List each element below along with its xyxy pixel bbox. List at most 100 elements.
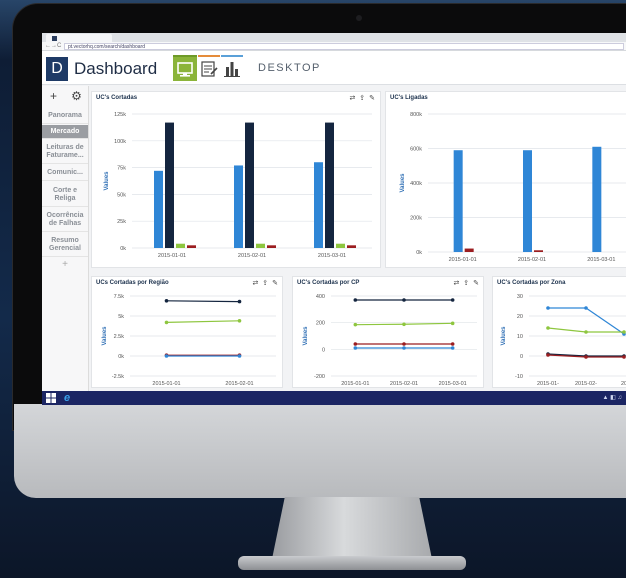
sidebar-item-comunic[interactable]: Comunic... <box>42 165 88 181</box>
reload-icon[interactable]: C <box>57 42 61 51</box>
bar <box>592 146 602 252</box>
y-tick-label: 400 <box>316 294 325 300</box>
browser-tab-bar <box>42 33 626 42</box>
bar-chart-icon <box>224 62 240 77</box>
view-chart-button[interactable] <box>221 55 243 81</box>
camera-icon <box>356 15 362 21</box>
bar <box>187 245 196 248</box>
y-tick-label: -10 <box>515 374 523 380</box>
page-title: Dashboard <box>74 59 158 78</box>
address-bar[interactable]: pt.vectorhq.com/search/dashboard <box>64 43 624 50</box>
y-tick-label: -2.5k <box>112 374 124 380</box>
bar <box>245 122 254 248</box>
bar <box>176 243 185 248</box>
browser-tab[interactable] <box>46 34 112 42</box>
y-tick-label: 75k <box>117 166 126 172</box>
panel-ucs-ligadas: UC's Ligadas 0k 200k 400k 600k 800k Values 201… <box>385 91 626 268</box>
bar <box>314 162 323 248</box>
y-tick-label: 600k <box>410 147 422 153</box>
y-tick-label: 0 <box>520 354 523 360</box>
data-point <box>164 320 169 325</box>
data-point <box>164 299 169 303</box>
bar <box>453 150 463 252</box>
add-icon[interactable]: + <box>42 86 65 106</box>
internet-explorer-icon[interactable]: e <box>64 391 70 405</box>
x-tick-label: 2015-02-01 <box>518 257 546 263</box>
y-tick-label: 5k <box>118 314 124 320</box>
x-tick-label: 2015-01- <box>537 381 559 387</box>
monitor-stand <box>272 497 432 559</box>
x-tick-label: 2015-02-01 <box>390 381 418 387</box>
x-tick-label: 2015-01-01 <box>449 257 477 263</box>
bar <box>165 122 174 248</box>
data-point <box>584 355 588 359</box>
chart-cortadas-regiao: -2.5k 0k 2.5k 5k 7.5k Values 2015-01-01 2015-02… <box>102 294 276 387</box>
sidebar-add-icon[interactable]: + <box>42 258 88 272</box>
panel-tools-icons[interactable]: ⇄ ⇪ ✎ <box>350 94 377 102</box>
panel-title: UC's Cortadas por CP <box>297 280 360 286</box>
data-point <box>402 322 406 327</box>
panel-tools-icons[interactable]: ⇄ ⇪ ✎ <box>253 279 280 287</box>
windows-start-icon[interactable] <box>46 393 56 403</box>
data-point <box>353 342 358 346</box>
app-logo[interactable]: D <box>46 57 68 81</box>
data-point <box>450 342 455 346</box>
y-tick-label: 2.5k <box>114 334 125 340</box>
y-tick-label: 200k <box>410 216 422 222</box>
y-tick-label: 400k <box>410 181 422 187</box>
data-point <box>450 298 455 302</box>
data-point <box>622 330 626 334</box>
view-desktop-button[interactable] <box>173 55 197 81</box>
data-point <box>450 321 455 326</box>
y-axis-label: Values <box>303 326 309 346</box>
series-line <box>166 300 240 303</box>
data-point <box>237 299 242 304</box>
y-tick-label: 20 <box>517 314 523 320</box>
view-report-button[interactable] <box>198 55 220 81</box>
sidebar-item-ocorrencia[interactable]: Ocorrência de Falhas <box>42 208 88 232</box>
sidebar-item-leituras[interactable]: Leituras de Faturame... <box>42 140 88 164</box>
series-line <box>548 307 625 335</box>
sidebar-item-resumo[interactable]: Resumo Gerencial <box>42 233 88 257</box>
settings-gear-icon[interactable]: ⚙ <box>65 86 88 106</box>
panel-ucs-cortadas: UC's Cortadas ⇄ ⇪ ✎ 0k 25k 50k 75k 100k 125k V… <box>91 91 381 268</box>
x-tick-label: 2015-02-01 <box>225 381 253 387</box>
series-line <box>166 320 240 323</box>
monitor-chin <box>14 404 626 498</box>
taskbar: e ▲ ◧ ♫ <box>42 391 626 405</box>
sidebar-item-corte-religa[interactable]: Corte e Religa <box>42 183 88 207</box>
y-axis-label: Values <box>501 326 507 346</box>
system-tray-icons[interactable]: ▲ ◧ ♫ <box>603 394 622 401</box>
bar <box>523 150 532 252</box>
y-tick-label: 30 <box>517 294 523 300</box>
bar <box>234 165 243 248</box>
y-tick-label: 800k <box>410 112 422 118</box>
data-point <box>353 346 358 350</box>
sidebar-item-mercado[interactable]: Mercado <box>42 125 88 139</box>
x-tick-label: 2015-03-01 <box>587 257 615 263</box>
data-point <box>450 346 455 350</box>
panel-cortadas-regiao: UCs Cortadas por Região ⇄ ⇪ ✎ -2.5k 0k 2.5… <box>91 276 283 388</box>
bar <box>464 248 474 252</box>
y-axis-label: Values <box>104 171 110 191</box>
panel-title: UC's Cortadas <box>96 95 138 101</box>
data-point <box>353 322 358 327</box>
bar <box>154 170 163 248</box>
chart-ucs-cortadas: 0k 25k 50k 75k 100k 125k Values 2015-01-01 2015-… <box>104 112 372 259</box>
panel-tools-icons[interactable]: ⇄ ⇪ ✎ <box>454 279 481 287</box>
bar <box>256 243 265 248</box>
data-point <box>402 346 406 350</box>
data-point <box>402 298 406 302</box>
x-tick-label: 2015-02- <box>575 381 597 387</box>
panel-title: UC's Cortadas por Zona <box>497 280 566 286</box>
x-tick-label: 2015-01-01 <box>152 381 180 387</box>
data-point <box>622 355 626 359</box>
report-edit-icon <box>201 61 218 77</box>
data-point <box>546 326 550 330</box>
y-tick-label: 7.5k <box>114 294 125 300</box>
data-point <box>546 353 550 357</box>
panel-title: UC's Ligadas <box>390 95 428 101</box>
sidebar-item-panorama[interactable]: Panorama <box>42 108 88 124</box>
x-tick-label: 20 <box>621 381 626 387</box>
data-point <box>584 330 588 334</box>
